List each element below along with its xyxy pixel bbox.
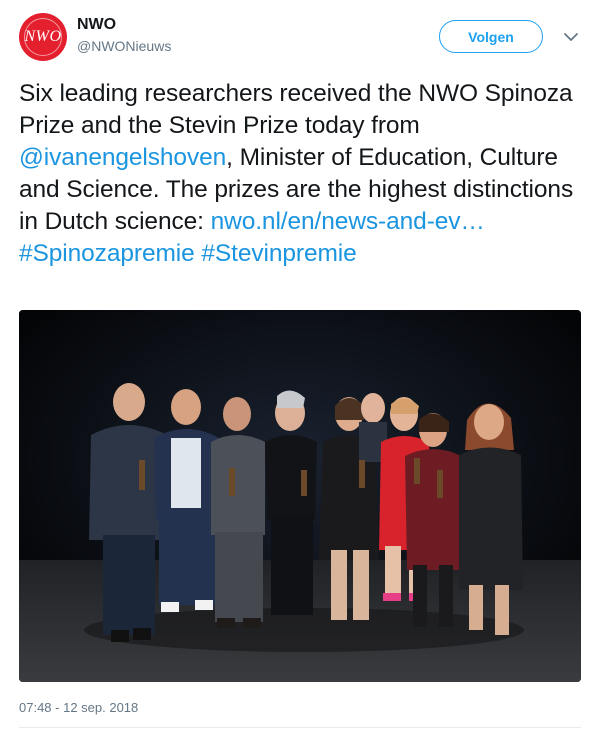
hashtag-link[interactable]: #Spinozapremie (19, 240, 195, 267)
follow-button[interactable]: Volgen (439, 20, 543, 53)
tweet-text: Six leading researchers received the NWO… (19, 78, 584, 270)
hashtag-link[interactable]: #Stevinpremie (201, 240, 356, 267)
nwo-avatar[interactable]: NWO (19, 13, 67, 61)
chevron-down-icon[interactable] (562, 28, 580, 46)
avatar-ring (24, 18, 62, 56)
tweet-photo[interactable] (19, 310, 581, 682)
tweet-header: NWO NWO @NWONieuws Volgen (0, 0, 601, 70)
mention-link[interactable]: @ivanengelshoven (19, 144, 226, 171)
account-name[interactable]: NWO (77, 16, 116, 34)
tweet-timestamp[interactable]: 07:48 - 12 sep. 2018 (19, 700, 138, 715)
account-handle[interactable]: @NWONieuws (77, 38, 171, 54)
tweet-text-part: Six leading researchers received the NWO… (19, 80, 573, 139)
url-link[interactable]: nwo.nl/en/news-and-ev… (211, 208, 485, 235)
group-photo-illustration (19, 310, 581, 682)
divider (19, 727, 581, 728)
